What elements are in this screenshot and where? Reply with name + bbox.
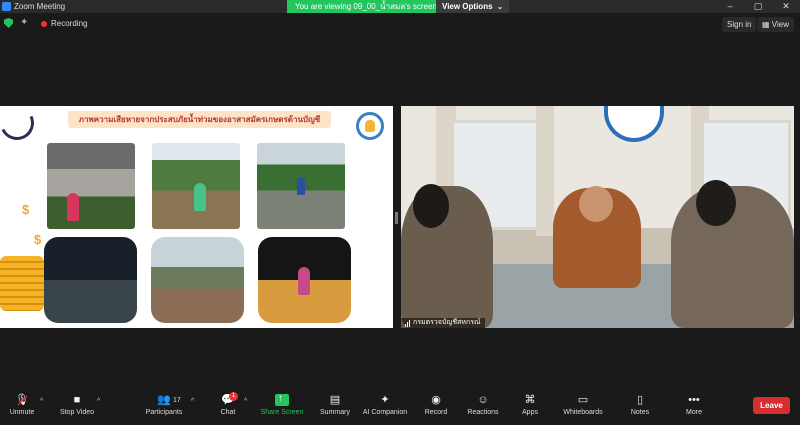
share-screen-button[interactable]: Share Screen bbox=[260, 389, 304, 425]
coin-stack-image bbox=[0, 256, 44, 311]
more-icon: ••• bbox=[688, 394, 700, 406]
flood-photo-house bbox=[47, 143, 135, 229]
leave-button[interactable]: Leave bbox=[753, 397, 790, 414]
split-divider-handle[interactable] bbox=[395, 212, 398, 224]
person-figure bbox=[297, 177, 305, 195]
more-label: More bbox=[686, 409, 702, 416]
recording-dot-icon bbox=[41, 21, 47, 27]
dollar-icon: $ bbox=[22, 202, 30, 217]
slide-title: ภาพความเสียหายจากประสบภัยน้ำท่วมของอาสาส… bbox=[68, 111, 331, 128]
ai-companion-label: AI Companion bbox=[362, 409, 408, 416]
ai-companion-button[interactable]: ✦ AI Companion bbox=[362, 389, 408, 425]
window-title: Zoom Meeting bbox=[14, 2, 66, 11]
participant-hair bbox=[696, 180, 736, 226]
flood-photo-night bbox=[258, 237, 351, 323]
participants-button[interactable]: 👥 Participants bbox=[143, 389, 185, 425]
share-screen-label: Share Screen bbox=[260, 409, 304, 416]
participants-count: 17 bbox=[173, 397, 181, 404]
ai-spark-icon[interactable]: ✦ bbox=[20, 17, 28, 28]
unmute-options-caret[interactable]: ^ bbox=[40, 398, 43, 405]
participant-video[interactable] bbox=[401, 106, 794, 328]
chevron-down-icon: ⌄ bbox=[496, 2, 504, 11]
chat-unread-badge: 1 bbox=[229, 392, 238, 401]
reactions-label: Reactions bbox=[467, 409, 499, 416]
participant-hair bbox=[413, 184, 449, 228]
video-options-caret[interactable]: ^ bbox=[97, 398, 100, 405]
share-screen-icon bbox=[275, 393, 289, 406]
summary-button[interactable]: ▤ Summary bbox=[318, 389, 352, 425]
window-controls: – ▢ ✕ bbox=[716, 0, 800, 13]
flood-photo-interior bbox=[44, 237, 137, 323]
department-seal-logo bbox=[604, 106, 664, 142]
flood-photo-yard bbox=[151, 237, 244, 323]
notes-button[interactable]: ▯ Notes bbox=[628, 389, 652, 425]
participant-name-tag: กรมตรวจบัญชีสหกรณ์ bbox=[401, 318, 485, 328]
summary-label: Summary bbox=[320, 409, 350, 416]
shared-screen[interactable]: ภาพความเสียหายจากประสบภัยน้ำท่วมของอาสาส… bbox=[0, 106, 393, 328]
view-button-label: View bbox=[771, 20, 789, 29]
sign-in-button[interactable]: Sign in bbox=[722, 17, 757, 32]
participants-label: Participants bbox=[145, 409, 183, 416]
stop-video-button[interactable]: ■ Stop Video bbox=[57, 389, 97, 425]
meeting-toolbar: 🎙 Unmute ^ ■ Stop Video ^ 👥 Participants… bbox=[0, 389, 800, 425]
view-options-button[interactable]: View Options ⌄ bbox=[436, 0, 510, 13]
recording-label[interactable]: Recording bbox=[51, 19, 87, 28]
viewing-screen-banner: You are viewing 09_00_น้ำสมล's screen bbox=[287, 0, 445, 13]
decorative-arc bbox=[0, 106, 39, 145]
chat-label: Chat bbox=[220, 409, 236, 416]
flood-photo-road bbox=[257, 143, 345, 229]
microphone-muted-icon: 🎙 bbox=[6, 394, 38, 406]
notes-icon: ▯ bbox=[636, 394, 644, 406]
view-options-label: View Options bbox=[442, 2, 493, 11]
chat-options-caret[interactable]: ^ bbox=[244, 398, 247, 405]
apps-button[interactable]: ⌘ Apps bbox=[519, 389, 541, 425]
notes-label: Notes bbox=[630, 409, 650, 416]
participant-name: กรมตรวจบัญชีสหกรณ์ bbox=[413, 319, 481, 326]
stop-video-label: Stop Video bbox=[59, 409, 95, 416]
record-label: Record bbox=[424, 409, 448, 416]
video-camera-icon: ■ bbox=[73, 394, 81, 406]
apps-label: Apps bbox=[522, 409, 538, 416]
record-button[interactable]: ◉ Record bbox=[423, 389, 449, 425]
apps-icon: ⌘ bbox=[524, 394, 536, 406]
view-grid-icon: ▦ bbox=[762, 20, 772, 29]
flood-photo-field bbox=[152, 143, 240, 229]
reactions-button[interactable]: ☺ Reactions bbox=[467, 389, 499, 425]
maximize-button[interactable]: ▢ bbox=[744, 0, 772, 13]
department-seal-logo bbox=[356, 112, 384, 140]
participant-face bbox=[579, 186, 613, 222]
minimize-button[interactable]: – bbox=[716, 0, 744, 13]
zoom-logo-icon bbox=[2, 2, 11, 11]
encryption-shield-icon[interactable] bbox=[4, 18, 13, 28]
record-icon: ◉ bbox=[431, 394, 441, 406]
dollar-icon: $ bbox=[34, 232, 42, 247]
unmute-button[interactable]: 🎙 Unmute bbox=[6, 389, 38, 425]
more-button[interactable]: ••• More bbox=[682, 389, 706, 425]
unmute-label: Unmute bbox=[9, 409, 35, 416]
whiteboards-label: Whiteboards bbox=[563, 409, 603, 416]
signal-bars-icon bbox=[405, 319, 410, 327]
person-figure bbox=[67, 193, 79, 221]
curtain bbox=[536, 106, 554, 236]
close-button[interactable]: ✕ bbox=[772, 0, 800, 13]
participants-options-caret[interactable]: ^ bbox=[191, 398, 194, 405]
reactions-icon: ☺ bbox=[477, 394, 489, 406]
ai-companion-icon: ✦ bbox=[380, 394, 390, 406]
view-button[interactable]: ▦ View bbox=[757, 17, 794, 32]
person-figure bbox=[298, 267, 310, 295]
person-figure bbox=[194, 183, 206, 211]
whiteboards-button[interactable]: ▭ Whiteboards bbox=[561, 389, 605, 425]
whiteboards-icon: ▭ bbox=[577, 394, 589, 406]
summary-icon: ▤ bbox=[329, 394, 341, 406]
